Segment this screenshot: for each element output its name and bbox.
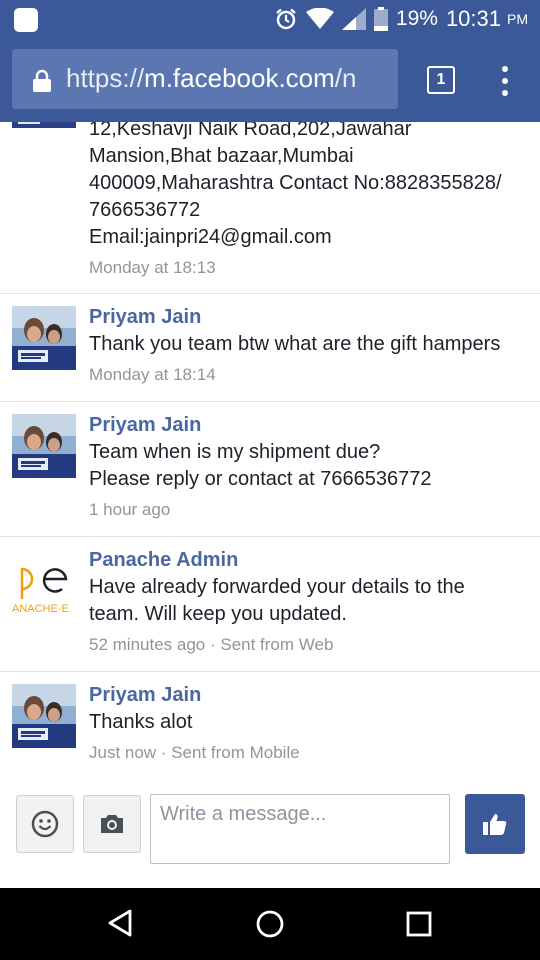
avatar xyxy=(12,684,76,748)
message-text-line: 12,Keshavji Naik Road,202,Jawahar xyxy=(89,122,412,140)
more-vertical-icon[interactable] xyxy=(498,66,512,96)
camera-icon xyxy=(101,815,123,833)
sender-name[interactable]: Panache Admin xyxy=(89,547,529,574)
status-bar: 19% 10:31 PM xyxy=(0,0,540,38)
message-body: Panache Admin Have already forwarded you… xyxy=(89,547,529,656)
message-timestamp: Monday at 18:14 xyxy=(89,365,216,384)
message-item: Priyam Jain Team when is my shipment due… xyxy=(0,401,540,537)
avatar xyxy=(12,414,76,478)
emoji-button[interactable] xyxy=(16,795,74,853)
message-text-line: Thank you team btw what are the gift ham… xyxy=(89,333,501,355)
signal-icon xyxy=(341,8,366,30)
battery-icon xyxy=(373,7,388,31)
tabs-icon[interactable]: 1 xyxy=(427,66,455,94)
tab-count: 1 xyxy=(436,71,446,88)
message-timestamp: 1 hour ago xyxy=(89,500,171,519)
message-text-line: Team when is my shipment due? xyxy=(89,441,381,463)
wifi-icon xyxy=(305,8,334,29)
avatar xyxy=(12,306,76,370)
url-path: /n xyxy=(334,63,357,93)
panache-logo: ANACHE·E xyxy=(12,549,80,621)
smiley-icon xyxy=(31,810,59,838)
message-timestamp: Just now · Sent from Mobile xyxy=(89,743,300,762)
message-timestamp: 52 minutes ago · Sent from Web xyxy=(89,635,334,654)
message-item: ANACHE·E Panache Admin Have already forw… xyxy=(0,536,540,672)
message-text-line: Please reply or contact at 7666536772 xyxy=(89,468,432,490)
camera-button[interactable] xyxy=(83,795,141,853)
message-item: Priyam Jain Thank you team btw what are … xyxy=(0,293,540,402)
lock-icon xyxy=(33,69,51,92)
sender-name[interactable]: Priyam Jain xyxy=(89,682,529,709)
message-body: Priyam Jain Thanks alot Just now · Sent … xyxy=(89,682,529,764)
message-text-line: Have already forwarded your details to t… xyxy=(89,576,465,598)
avatar xyxy=(12,122,76,128)
message-item: 12,Keshavji Naik Road,202,Jawahar Mansio… xyxy=(0,122,540,294)
message-thread[interactable]: 12,Keshavji Naik Road,202,Jawahar Mansio… xyxy=(0,122,540,888)
message-text-line: Mansion,Bhat bazaar,Mumbai xyxy=(89,145,354,167)
url-host: m.facebook.com xyxy=(144,63,335,93)
sender-name[interactable]: Priyam Jain xyxy=(89,304,529,331)
message-body: 12,Keshavji Naik Road,202,Jawahar Mansio… xyxy=(89,122,529,279)
message-text-line: 7666536772 xyxy=(89,199,201,221)
recents-square-icon[interactable] xyxy=(406,911,432,937)
battery-percent: 19% xyxy=(395,7,438,30)
like-button[interactable] xyxy=(465,794,525,854)
panache-logo-text: ANACHE·E xyxy=(12,603,69,615)
message-body: Priyam Jain Thank you team btw what are … xyxy=(89,304,529,386)
status-icons: 19% 10:31 PM xyxy=(274,0,528,38)
message-item: Priyam Jain Thanks alot Just now · Sent … xyxy=(0,671,540,781)
home-circle-icon[interactable] xyxy=(255,909,285,939)
message-text-line: team. Will keep you updated. xyxy=(89,603,347,625)
message-text-line: Thanks alot xyxy=(89,711,193,733)
message-text-line: 400009,Maharashtra Contact No:8828355828… xyxy=(89,172,502,194)
browser-toolbar: https://m.facebook.com/n 1 xyxy=(0,38,540,122)
message-composer xyxy=(0,781,540,888)
notification-icon xyxy=(14,8,38,32)
message-text-line: Email:jainpri24@gmail.com xyxy=(89,226,332,248)
address-bar[interactable]: https://m.facebook.com/n xyxy=(12,49,398,109)
sender-name[interactable]: Priyam Jain xyxy=(89,412,529,439)
clock: 10:31 xyxy=(445,6,501,31)
android-nav-bar xyxy=(0,888,540,960)
message-body: Priyam Jain Team when is my shipment due… xyxy=(89,412,529,521)
alarm-icon xyxy=(276,8,296,30)
message-input[interactable] xyxy=(150,794,450,864)
message-timestamp: Monday at 18:13 xyxy=(89,258,216,277)
url-scheme: https:// xyxy=(66,63,145,93)
clock-ampm: PM xyxy=(507,11,528,27)
back-triangle-icon[interactable] xyxy=(106,908,134,938)
url-text[interactable]: https://m.facebook.com/n xyxy=(66,63,386,94)
thumbs-up-icon xyxy=(483,814,507,835)
